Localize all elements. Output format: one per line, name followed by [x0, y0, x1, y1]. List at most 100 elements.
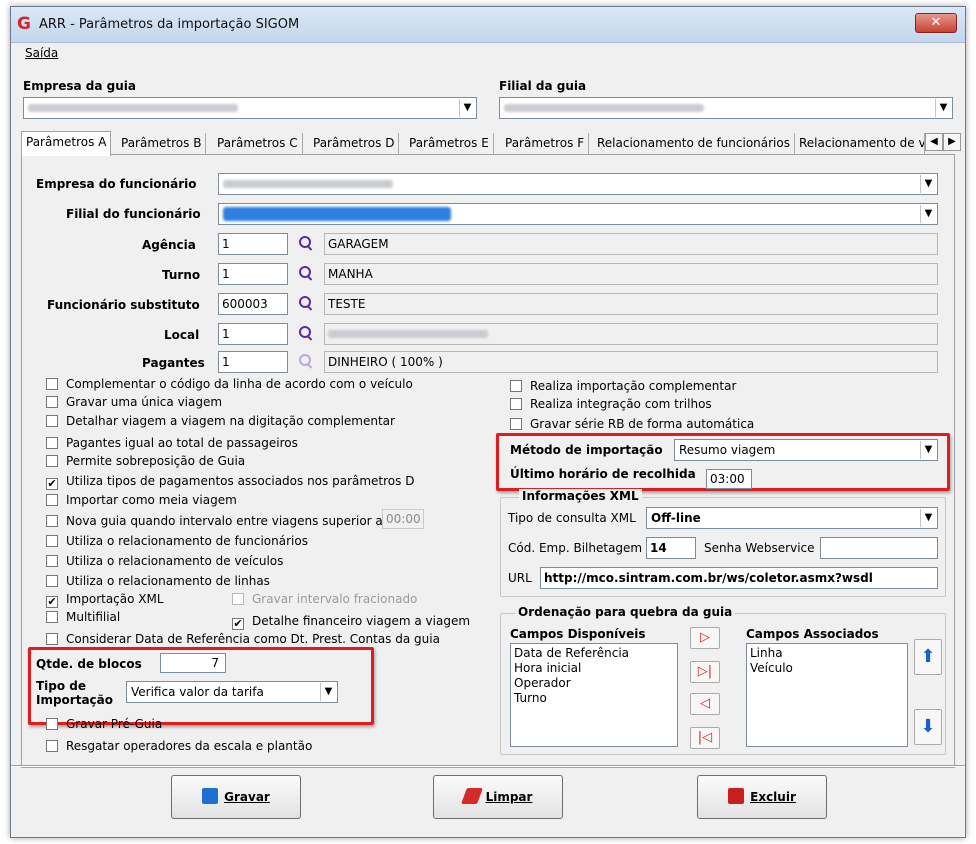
- checkbox[interactable]: [510, 380, 522, 392]
- limpar-label: Limpar: [485, 790, 533, 804]
- check-meia-viagem[interactable]: Importar como meia viagem: [46, 493, 237, 511]
- checkbox[interactable]: [46, 555, 58, 567]
- list-item[interactable]: Operador: [514, 676, 674, 691]
- search-icon[interactable]: [298, 235, 314, 251]
- move-right-icon[interactable]: ▷: [690, 627, 720, 649]
- checkbox[interactable]: [46, 740, 58, 752]
- check-rel-funcionarios[interactable]: Utiliza o relacionamento de funcionários: [46, 534, 308, 552]
- check-multifilial[interactable]: Multifilial: [46, 610, 120, 628]
- limpar-button[interactable]: Limpar: [433, 775, 563, 819]
- filial-funcionario-select[interactable]: ▼: [218, 203, 938, 225]
- ultimo-horario-input[interactable]: 03:00: [706, 469, 752, 489]
- checkbox[interactable]: [46, 494, 58, 506]
- tab-parametros-f[interactable]: Parâmetros F: [501, 133, 590, 155]
- check-mark-icon[interactable]: ✔: [46, 478, 58, 490]
- list-item[interactable]: Hora inicial: [514, 661, 674, 676]
- local-label: Local: [164, 328, 200, 342]
- tab-parametros-c[interactable]: Parâmetros C: [213, 133, 303, 155]
- checkbox[interactable]: [46, 396, 58, 408]
- checkbox[interactable]: [510, 398, 522, 410]
- check-mark-icon[interactable]: ✔: [46, 596, 58, 608]
- tab-parametros-a[interactable]: Parâmetros A: [21, 131, 112, 156]
- empresa-guia-select[interactable]: ▼: [23, 97, 477, 119]
- pagantes-code-input[interactable]: 1: [218, 351, 288, 373]
- tab-parametros-d[interactable]: Parâmetros D: [309, 133, 400, 155]
- check-pagantes-igual[interactable]: Pagantes igual ao total de passageiros: [46, 436, 298, 454]
- list-item[interactable]: Data de Referência: [514, 646, 674, 661]
- checkbox[interactable]: [46, 633, 58, 645]
- check-label: Detalhe financeiro viagem a viagem: [252, 614, 471, 628]
- close-icon[interactable]: ✕: [915, 13, 957, 33]
- arrow-down-icon[interactable]: ⬇: [914, 709, 942, 745]
- agencia-code-input[interactable]: 1: [218, 233, 288, 255]
- redacted-value: [223, 180, 393, 188]
- gravar-button[interactable]: Gravar: [171, 775, 301, 819]
- metodo-select[interactable]: Resumo viagem ▼: [674, 439, 938, 461]
- senha-input[interactable]: [820, 537, 938, 559]
- excluir-label: Excluir: [750, 790, 796, 804]
- associados-list[interactable]: Linha Veículo: [746, 643, 908, 747]
- redacted-value: [223, 207, 451, 221]
- check-gravar-unica[interactable]: Gravar uma única viagem: [46, 395, 222, 413]
- agencia-desc: GARAGEM: [324, 233, 938, 255]
- check-detalhar-viagem[interactable]: Detalhar viagem a viagem na digitação co…: [46, 414, 395, 432]
- search-icon[interactable]: [298, 325, 314, 341]
- checkbox[interactable]: [46, 455, 58, 467]
- check-sobreposicao[interactable]: Permite sobreposição de Guia: [46, 454, 245, 472]
- check-resgatar-operadores[interactable]: Resgatar operadores da escala e plantão: [46, 739, 312, 757]
- disponiveis-list[interactable]: Data de Referência Hora inicial Operador…: [510, 643, 678, 747]
- check-mark-icon[interactable]: ✔: [232, 618, 244, 630]
- search-icon[interactable]: [298, 265, 314, 281]
- checkbox[interactable]: [46, 415, 58, 427]
- blocos-input[interactable]: 7: [160, 653, 226, 673]
- local-code-input[interactable]: 1: [218, 323, 288, 345]
- list-item[interactable]: Turno: [514, 691, 674, 706]
- check-integracao-trilhos[interactable]: Realiza integração com trilhos: [510, 397, 712, 415]
- excluir-button[interactable]: Excluir: [697, 775, 827, 819]
- checkbox[interactable]: [46, 575, 58, 587]
- check-rel-linhas[interactable]: Utiliza o relacionamento de linhas: [46, 574, 270, 592]
- check-rel-veiculos[interactable]: Utiliza o relacionamento de veículos: [46, 554, 283, 572]
- tipo-importacao-select[interactable]: Verifica valor da tarifa ▼: [126, 681, 338, 703]
- turno-code-input[interactable]: 1: [218, 263, 288, 285]
- checkbox[interactable]: [46, 535, 58, 547]
- move-all-left-icon[interactable]: |◁: [690, 727, 720, 749]
- search-icon[interactable]: [298, 295, 314, 311]
- tipo-consulta-select[interactable]: Off-line ▼: [646, 507, 938, 529]
- tab-relacionamento-funcionarios[interactable]: Relacionamento de funcionários: [593, 133, 795, 155]
- checkbox[interactable]: [510, 418, 522, 430]
- check-label: Nova guia quando intervalo entre viagens…: [66, 514, 383, 528]
- tab-scroll-right-icon[interactable]: ▶: [943, 133, 961, 151]
- checkbox[interactable]: [46, 437, 58, 449]
- intervalo-input[interactable]: 00:00: [382, 509, 424, 529]
- tab-scroll-left-icon[interactable]: ◀: [925, 133, 943, 151]
- checkbox[interactable]: [46, 378, 58, 390]
- check-importacao-complementar[interactable]: Realiza importação complementar: [510, 379, 736, 397]
- tab-parametros-e[interactable]: Parâmetros E: [405, 133, 494, 155]
- arrow-up-icon[interactable]: ⬆: [914, 639, 942, 675]
- funcionario-substituto-code-input[interactable]: 600003: [218, 293, 288, 315]
- move-all-right-icon[interactable]: ▷|: [690, 661, 720, 683]
- check-detalhe-financeiro[interactable]: ✔ Detalhe financeiro viagem a viagem: [232, 614, 470, 632]
- menu-item-saida[interactable]: Saída: [25, 46, 58, 60]
- pagantes-label: Pagantes: [142, 356, 205, 370]
- tab-relacionamento-veiculos[interactable]: Relacionamento de v: [795, 133, 925, 155]
- checkbox[interactable]: [46, 515, 58, 527]
- check-importacao-xml[interactable]: ✔ Importação XML: [46, 592, 164, 610]
- checkbox[interactable]: [46, 718, 58, 730]
- empresa-funcionario-select[interactable]: ▼: [218, 173, 938, 195]
- check-complementar-codigo[interactable]: Complementar o código da linha de acordo…: [46, 377, 413, 395]
- list-item[interactable]: Veículo: [750, 661, 904, 676]
- checkbox[interactable]: [46, 611, 58, 623]
- list-item[interactable]: Linha: [750, 646, 904, 661]
- url-input[interactable]: http://mco.sintram.com.br/ws/coletor.asm…: [540, 567, 938, 589]
- check-tipos-pagamentos[interactable]: ✔ Utiliza tipos de pagamentos associados …: [46, 474, 414, 492]
- disponiveis-label: Campos Disponíveis: [510, 627, 646, 641]
- move-left-icon[interactable]: ◁: [690, 693, 720, 715]
- filial-guia-select[interactable]: ▼: [499, 97, 953, 119]
- check-nova-guia[interactable]: Nova guia quando intervalo entre viagens…: [46, 514, 383, 532]
- cod-emp-input[interactable]: 14: [646, 537, 696, 559]
- tab-parametros-b[interactable]: Parâmetros B: [117, 133, 207, 155]
- check-label: Detalhar viagem a viagem na digitação co…: [66, 414, 395, 428]
- check-gravar-pre-guia[interactable]: Gravar Pré-Guia: [46, 717, 162, 735]
